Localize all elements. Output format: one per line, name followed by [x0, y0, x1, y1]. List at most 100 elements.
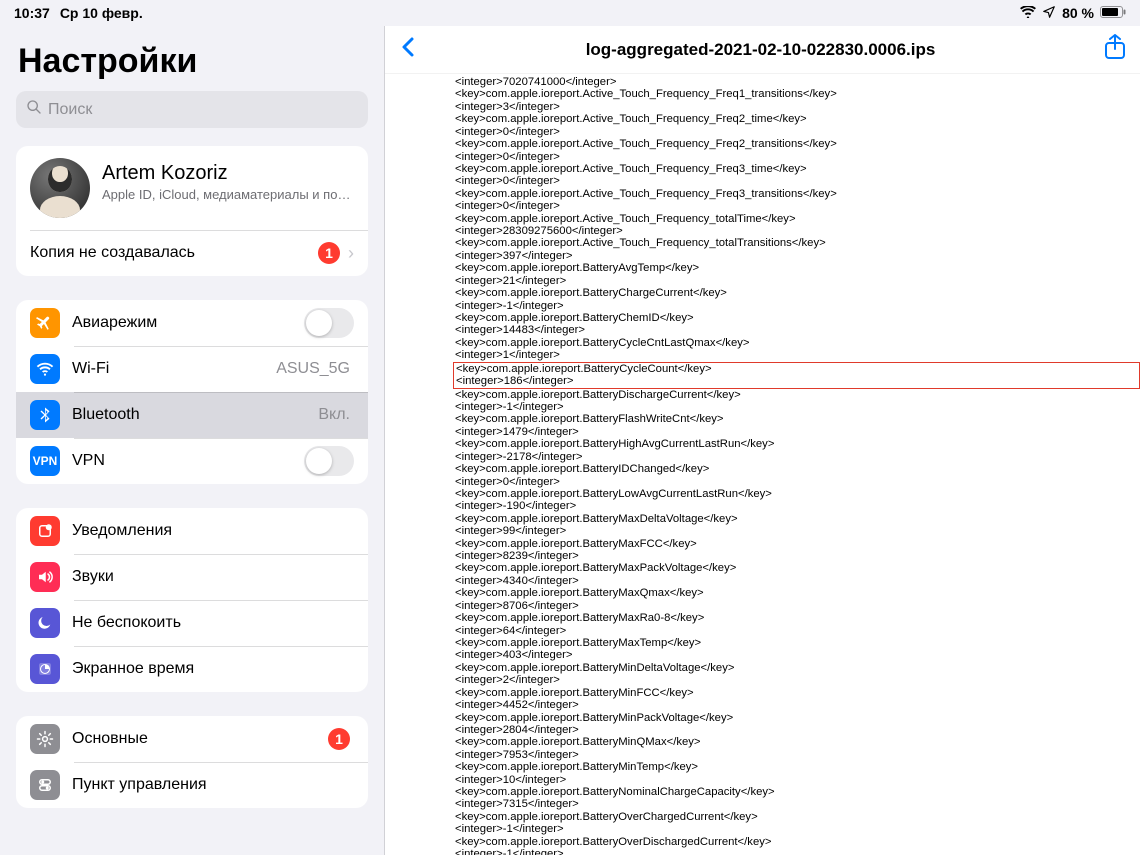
- log-line: <integer>3</integer>: [455, 101, 1140, 113]
- sidebar-item-bluetooth[interactable]: Bluetooth Вкл.: [16, 392, 368, 438]
- log-line: <integer>0</integer>: [455, 476, 1140, 488]
- log-line: <integer>-190</integer>: [455, 500, 1140, 512]
- log-line: <integer>0</integer>: [455, 200, 1140, 212]
- log-line: <key>com.apple.ioreport.BatteryCycleCntL…: [455, 337, 1140, 349]
- log-line: <key>com.apple.ioreport.BatteryChemID</k…: [455, 312, 1140, 324]
- file-title: log-aggregated-2021-02-10-022830.0006.ip…: [417, 40, 1104, 60]
- log-line: <key>com.apple.ioreport.BatteryChargeCur…: [455, 287, 1140, 299]
- sidebar-item-dnd[interactable]: Не беспокоить: [16, 600, 368, 646]
- notifications-icon: [30, 516, 60, 546]
- wifi-icon: [1020, 5, 1036, 21]
- log-line: <integer>0</integer>: [455, 151, 1140, 163]
- status-date: Ср 10 февр.: [60, 5, 143, 21]
- location-icon: [1042, 5, 1056, 22]
- sidebar-item-profile[interactable]: Artem Kozoriz Apple ID, iCloud, медиамат…: [16, 146, 368, 230]
- log-line: <key>com.apple.ioreport.BatteryOverCharg…: [455, 811, 1140, 823]
- bluetooth-value: Вкл.: [318, 406, 350, 424]
- log-line: <integer>7315</integer>: [455, 798, 1140, 810]
- log-line: <key>com.apple.ioreport.Active_Touch_Fre…: [455, 113, 1140, 125]
- log-line: <integer>4340</integer>: [455, 575, 1140, 587]
- log-line: <key>com.apple.ioreport.BatteryMaxTemp</…: [455, 637, 1140, 649]
- chevron-right-icon: ›: [348, 243, 354, 264]
- log-line: <integer>8706</integer>: [455, 600, 1140, 612]
- back-button[interactable]: [399, 35, 417, 64]
- search-icon: [26, 99, 42, 120]
- log-line: <key>com.apple.ioreport.BatteryMinPackVo…: [455, 712, 1140, 724]
- log-line: <integer>1</integer>: [455, 349, 1140, 361]
- bluetooth-icon: [30, 400, 60, 430]
- screentime-icon: [30, 654, 60, 684]
- log-line: <key>com.apple.ioreport.BatteryNominalCh…: [455, 786, 1140, 798]
- sidebar-item-control-center[interactable]: Пункт управления: [16, 762, 368, 808]
- group-profile: Artem Kozoriz Apple ID, iCloud, медиамат…: [16, 146, 368, 276]
- log-line: <integer>1479</integer>: [455, 426, 1140, 438]
- status-time: 10:37: [14, 5, 50, 21]
- log-line: <integer>0</integer>: [455, 175, 1140, 187]
- log-line: <key>com.apple.ioreport.BatteryHighAvgCu…: [455, 438, 1140, 450]
- log-line: <integer>8239</integer>: [455, 550, 1140, 562]
- log-line: <key>com.apple.ioreport.BatteryOverDisch…: [455, 836, 1140, 848]
- log-line: <key>com.apple.ioreport.BatteryAvgTemp</…: [455, 262, 1140, 274]
- group-system: Уведомления Звуки Не беспокоить Экранное…: [16, 508, 368, 692]
- log-line: <key>com.apple.ioreport.Active_Touch_Fre…: [455, 138, 1140, 150]
- log-line: <key>com.apple.ioreport.BatteryMaxRa0-8<…: [455, 612, 1140, 624]
- log-line: <key>com.apple.ioreport.BatteryLowAvgCur…: [455, 488, 1140, 500]
- vpn-icon: VPN: [30, 446, 60, 476]
- log-line: <integer>28309275600</integer>: [455, 225, 1140, 237]
- control-center-icon: [30, 770, 60, 800]
- log-line: <key>com.apple.ioreport.BatteryFlashWrit…: [455, 413, 1140, 425]
- navbar: log-aggregated-2021-02-10-022830.0006.ip…: [385, 26, 1140, 74]
- log-line: <integer>-1</integer>: [455, 300, 1140, 312]
- log-line: <integer>7020741000</integer>: [455, 76, 1140, 88]
- vpn-toggle[interactable]: [304, 446, 354, 476]
- log-line: <integer>64</integer>: [455, 625, 1140, 637]
- log-line: <integer>0</integer>: [455, 126, 1140, 138]
- airplane-toggle[interactable]: [304, 308, 354, 338]
- dnd-icon: [30, 608, 60, 638]
- log-line: <integer>14483</integer>: [455, 324, 1140, 336]
- log-line: <key>com.apple.ioreport.Active_Touch_Fre…: [455, 163, 1140, 175]
- content-pane: log-aggregated-2021-02-10-022830.0006.ip…: [385, 26, 1140, 855]
- log-line: <key>com.apple.ioreport.BatteryMinFCC</k…: [455, 687, 1140, 699]
- log-line: <key>com.apple.ioreport.BatteryMinTemp</…: [455, 761, 1140, 773]
- log-line: <key>com.apple.ioreport.BatteryMaxDeltaV…: [455, 513, 1140, 525]
- log-line: <key>com.apple.ioreport.BatteryMaxPackVo…: [455, 562, 1140, 574]
- status-bar: 10:37 Ср 10 февр. 80 %: [0, 0, 1140, 26]
- profile-name: Artem Kozoriz: [102, 162, 350, 185]
- sidebar-item-general[interactable]: Основные 1: [16, 716, 368, 762]
- sidebar-item-airplane[interactable]: Авиарежим: [16, 300, 368, 346]
- avatar: [30, 158, 90, 218]
- log-line: <integer>7953</integer>: [455, 749, 1140, 761]
- log-line: <key>com.apple.ioreport.Active_Touch_Fre…: [455, 88, 1140, 100]
- log-line: <integer>10</integer>: [455, 774, 1140, 786]
- sidebar-item-wifi[interactable]: Wi-Fi ASUS_5G: [16, 346, 368, 392]
- log-line: <integer>403</integer>: [455, 649, 1140, 661]
- log-line: <integer>21</integer>: [455, 275, 1140, 287]
- log-line: <integer>2</integer>: [455, 674, 1140, 686]
- highlighted-log-entry: <key>com.apple.ioreport.BatteryCycleCoun…: [453, 362, 1140, 389]
- sidebar-item-backup[interactable]: Копия не создавалась 1 ›: [16, 230, 368, 276]
- sidebar-item-vpn[interactable]: VPN VPN: [16, 438, 368, 484]
- search-placeholder: Поиск: [48, 101, 92, 119]
- search-input[interactable]: Поиск: [16, 91, 368, 128]
- log-line: <integer>-1</integer>: [455, 848, 1140, 855]
- group-general: Основные 1 Пункт управления: [16, 716, 368, 808]
- profile-subtitle: Apple ID, iCloud, медиаматериалы и по…: [102, 187, 350, 202]
- settings-sidebar: Настройки Поиск Artem Kozoriz Apple ID, …: [0, 26, 385, 855]
- sidebar-item-notifications[interactable]: Уведомления: [16, 508, 368, 554]
- wifi-settings-icon: [30, 354, 60, 384]
- share-button[interactable]: [1104, 34, 1126, 65]
- log-line: <key>com.apple.ioreport.BatteryMinDeltaV…: [455, 662, 1140, 674]
- log-line: <integer>397</integer>: [455, 250, 1140, 262]
- log-content[interactable]: <integer>7020741000</integer><key>com.ap…: [385, 74, 1140, 855]
- sidebar-item-sounds[interactable]: Звуки: [16, 554, 368, 600]
- gear-icon: [30, 724, 60, 754]
- log-line: <integer>4452</integer>: [455, 699, 1140, 711]
- sounds-icon: [30, 562, 60, 592]
- log-line: <integer>-1</integer>: [455, 823, 1140, 835]
- general-badge: 1: [328, 728, 350, 750]
- page-title: Настройки: [18, 42, 366, 81]
- airplane-icon: [30, 308, 60, 338]
- sidebar-item-screentime[interactable]: Экранное время: [16, 646, 368, 692]
- log-line: <key>com.apple.ioreport.BatteryMaxFCC</k…: [455, 538, 1140, 550]
